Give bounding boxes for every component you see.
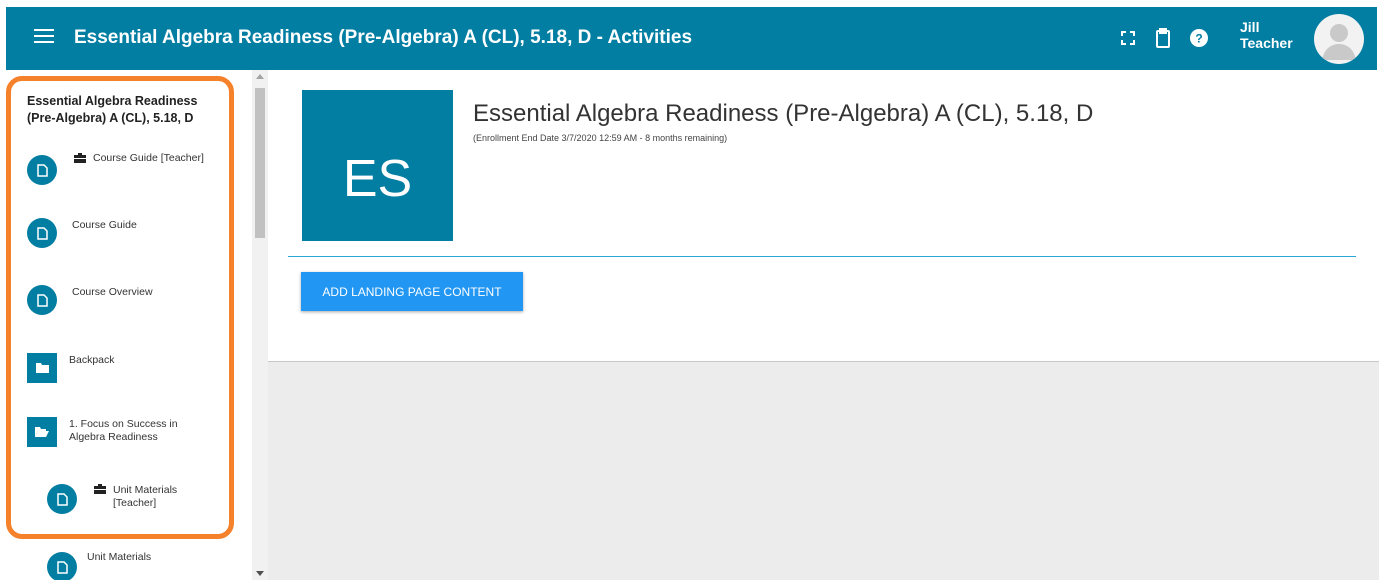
- briefcase-icon: [74, 153, 86, 163]
- scroll-up-arrow-icon[interactable]: [256, 74, 264, 79]
- course-title: Essential Algebra Readiness (Pre-Algebra…: [473, 100, 1094, 127]
- svg-text:?: ?: [1195, 32, 1202, 46]
- menu-icon[interactable]: [34, 29, 54, 45]
- document-icon: [27, 218, 57, 248]
- avatar[interactable]: [1314, 14, 1364, 64]
- sidebar-item-unit-materials-teacher[interactable]: Unit Materials [Teacher]: [47, 480, 227, 520]
- divider: [288, 256, 1356, 257]
- sidebar-item-course-overview[interactable]: Course Overview: [27, 282, 227, 322]
- top-header: Essential Algebra Readiness (Pre-Algebra…: [6, 7, 1377, 70]
- document-icon: [47, 552, 77, 580]
- sidebar-item-unit-1[interactable]: 1. Focus on Success in Algebra Readiness: [27, 416, 227, 456]
- sidebar-item-label: 1. Focus on Success in Algebra Readiness: [69, 418, 178, 443]
- sidebar-item-label: Course Guide: [72, 219, 137, 231]
- document-icon: [47, 484, 77, 514]
- landing-page-card: ES Essential Algebra Readiness (Pre-Alge…: [268, 70, 1379, 362]
- scroll-thumb[interactable]: [255, 88, 265, 238]
- sidebar-item-backpack[interactable]: Backpack: [27, 350, 227, 390]
- fullscreen-icon[interactable]: [1118, 27, 1138, 49]
- course-logo-tile: ES: [302, 90, 453, 241]
- add-landing-page-content-button[interactable]: ADD LANDING PAGE CONTENT: [301, 272, 523, 311]
- briefcase-icon: [94, 484, 106, 494]
- sidebar-item-unit-materials[interactable]: Unit Materials: [47, 548, 227, 580]
- clipboard-icon[interactable]: [1153, 27, 1173, 49]
- user-first-name: Jill: [1240, 19, 1260, 35]
- folder-open-icon: [27, 417, 57, 447]
- enrollment-info: (Enrollment End Date 3/7/2020 12:59 AM -…: [473, 133, 728, 143]
- sidebar-item-label: Course Overview: [72, 286, 153, 298]
- sidebar-item-label: Unit Materials: [87, 551, 152, 563]
- user-name[interactable]: Jill Teacher: [1240, 19, 1293, 51]
- document-icon: [27, 155, 57, 185]
- app-window: Essential Algebra Readiness (Pre-Algebra…: [0, 0, 1379, 580]
- header-title: Essential Algebra Readiness (Pre-Algebra…: [74, 27, 693, 48]
- user-last-name: Teacher: [1240, 35, 1293, 51]
- help-icon[interactable]: ?: [1189, 27, 1209, 49]
- sidebar-item-label: Course Guide [Teacher]: [93, 152, 204, 164]
- sidebar-scrollbar[interactable]: [252, 70, 268, 580]
- sidebar-item-course-guide[interactable]: Course Guide: [27, 215, 227, 255]
- sidebar-title: Essential Algebra Readiness (Pre-Algebra…: [27, 94, 198, 125]
- course-sidebar: Essential Algebra Readiness (Pre-Algebra…: [0, 70, 268, 580]
- folder-icon: [27, 353, 57, 383]
- sidebar-item-course-guide-teacher[interactable]: Course Guide [Teacher]: [27, 148, 227, 188]
- sidebar-item-label: Backpack: [69, 354, 115, 366]
- main-content: ES Essential Algebra Readiness (Pre-Alge…: [268, 70, 1379, 580]
- sidebar-item-label: Unit Materials [Teacher]: [113, 484, 178, 509]
- scroll-down-arrow-icon[interactable]: [256, 571, 264, 576]
- document-icon: [27, 285, 57, 315]
